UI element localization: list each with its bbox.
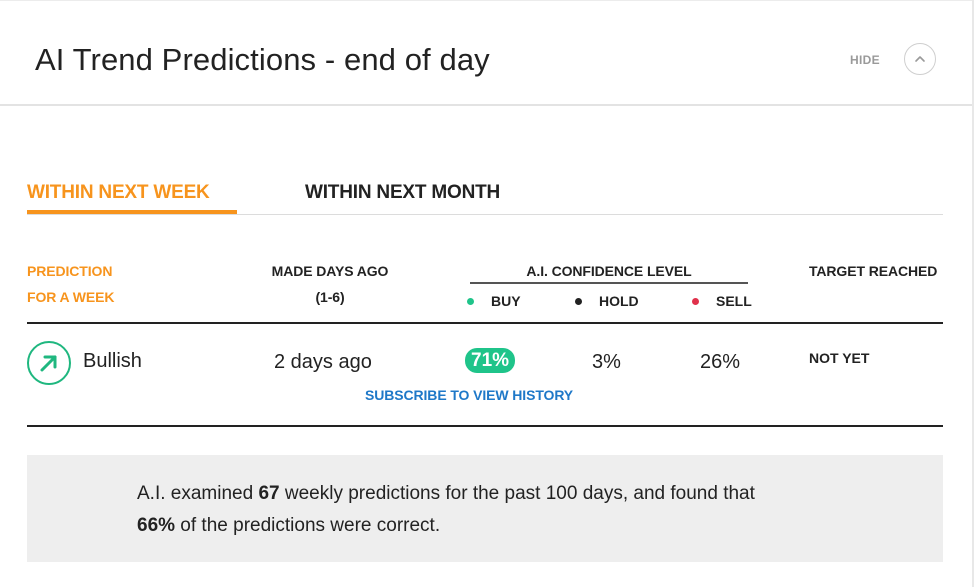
legend-hold: HOLD [575, 293, 639, 309]
card-title: AI Trend Predictions - end of day [35, 42, 490, 77]
days-ago-value: 2 days ago [274, 351, 372, 373]
timeframe-tabs: WITHIN NEXT WEEK WITHIN NEXT MONTH [27, 175, 943, 215]
table-top-rule [27, 322, 943, 324]
summary-part2: weekly predictions for the past 100 days… [279, 483, 755, 504]
legend-buy: BUY [467, 293, 521, 309]
summary-percent: 66% [137, 515, 176, 536]
target-reached-value: NOT YET [809, 350, 870, 366]
chevron-up-icon [915, 56, 925, 62]
tab-within-next-month[interactable]: WITHIN NEXT MONTH [305, 182, 500, 204]
table-bottom-rule [27, 425, 943, 427]
legend-sell: SELL [692, 293, 752, 309]
sell-dot-icon [692, 297, 699, 305]
buy-confidence-badge: 71% [465, 348, 516, 373]
tab-within-next-week[interactable]: WITHIN NEXT WEEK [27, 182, 210, 204]
legend-buy-label: BUY [491, 293, 521, 309]
active-tab-indicator [27, 210, 237, 214]
subscribe-history-link[interactable]: SUBSCRIBE TO VIEW HISTORY [365, 387, 573, 403]
trend-label: Bullish [83, 350, 142, 372]
column-header-made-line2: (1-6) [315, 289, 345, 305]
confidence-header-rule [470, 282, 748, 284]
collapse-button[interactable] [904, 43, 936, 75]
hold-dot-icon [575, 297, 582, 305]
column-header-confidence: A.I. CONFIDENCE LEVEL [526, 263, 692, 279]
column-header-made-days-ago: MADE DAYS AGO (1-6) [262, 258, 398, 310]
summary-count: 67 [258, 483, 280, 504]
column-header-prediction-line2: FOR A WEEK [27, 289, 115, 305]
predictions-card: AI Trend Predictions - end of day HIDE W… [0, 0, 974, 587]
column-header-made-line1: MADE DAYS AGO [271, 263, 389, 279]
card-header: AI Trend Predictions - end of day HIDE [0, 0, 972, 106]
column-header-prediction: PREDICTION FOR A WEEK [27, 258, 115, 310]
buy-dot-icon [467, 297, 474, 305]
arrow-up-right-icon [27, 341, 71, 385]
legend-hold-label: HOLD [599, 293, 639, 309]
summary-part3: of the predictions were correct. [175, 515, 441, 536]
column-header-prediction-line1: PREDICTION [27, 263, 113, 279]
summary-text: A.I. examined 67 weekly predictions for … [137, 478, 917, 542]
hide-label[interactable]: HIDE [850, 53, 880, 67]
column-header-target-reached: TARGET REACHED [809, 263, 938, 279]
accuracy-summary: A.I. examined 67 weekly predictions for … [27, 455, 943, 562]
sell-confidence-value: 26% [700, 351, 741, 373]
summary-part1: A.I. examined [137, 483, 259, 504]
hold-confidence-value: 3% [592, 351, 621, 373]
legend-sell-label: SELL [716, 293, 752, 309]
